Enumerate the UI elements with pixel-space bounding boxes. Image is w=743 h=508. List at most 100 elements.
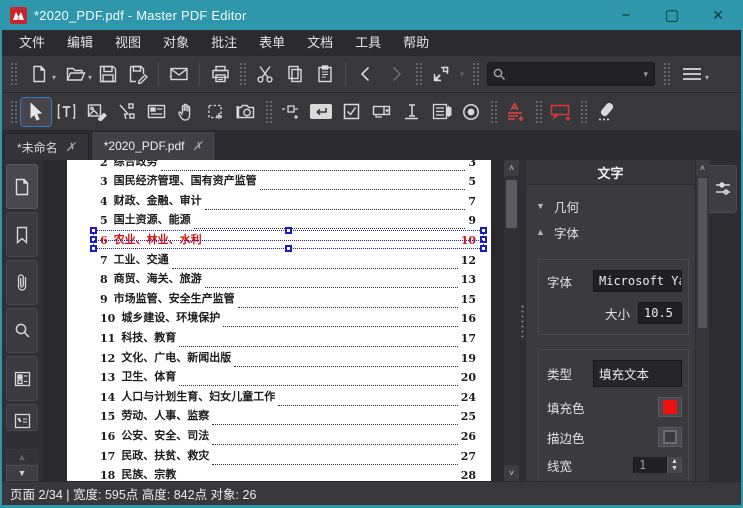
font-family-field[interactable]: Microsoft YaHei bbox=[593, 270, 682, 292]
font-size-field[interactable]: 10.5 bbox=[638, 302, 682, 324]
toolbar-grip[interactable] bbox=[265, 99, 272, 124]
attachments-panel-button[interactable] bbox=[6, 260, 38, 305]
expand-triangle-icon[interactable]: ▲ bbox=[536, 227, 546, 237]
back-button[interactable] bbox=[351, 60, 381, 88]
toc-row[interactable]: 14 人口与计划生育、妇女儿童工作 24 bbox=[100, 386, 476, 406]
minimize-button[interactable]: − bbox=[603, 0, 649, 30]
toc-row[interactable]: 9 市场监管、安全生产监管 15 bbox=[100, 288, 476, 308]
search-box[interactable]: ▾ bbox=[487, 62, 655, 86]
save-as-button[interactable] bbox=[123, 60, 153, 88]
menu-file[interactable]: 文件 bbox=[8, 30, 56, 55]
maximize-button[interactable]: ▢ bbox=[649, 0, 695, 30]
toc-row[interactable]: 8 商贸、海关、旅游 13 bbox=[100, 269, 476, 289]
snapshot-tool-button[interactable] bbox=[231, 98, 261, 126]
enter-key-button[interactable] bbox=[306, 98, 336, 126]
toc-row[interactable]: 3 国民经济管理、国有资产监管 5 bbox=[100, 171, 476, 191]
email-button[interactable] bbox=[164, 60, 194, 88]
close-button[interactable]: × bbox=[695, 0, 741, 30]
toc-row[interactable]: 4 财政、金融、审计 7 bbox=[100, 190, 476, 210]
selection-handle[interactable] bbox=[90, 227, 97, 235]
hamburger-dropdown-icon[interactable]: ▾ bbox=[705, 73, 709, 82]
toc-row[interactable]: 12 文化、广电、新闻出版 19 bbox=[100, 347, 476, 367]
menu-view[interactable]: 视图 bbox=[104, 30, 152, 55]
stroke-color-swatch[interactable] bbox=[658, 427, 682, 447]
document-view[interactable]: 2 综合政务 3 3 国民经济管理、国有资产监管 5 4 财政、金融、审计 7 5 国土资源、能源 9… bbox=[42, 160, 503, 481]
sidebar-scroll-down-icon[interactable]: ▼ bbox=[6, 465, 38, 481]
forward-button[interactable] bbox=[381, 60, 411, 88]
section-geometry[interactable]: ▼ 几何 bbox=[536, 193, 689, 219]
line-width-spinner[interactable]: 1 ▲ ▼ bbox=[633, 457, 682, 473]
toc-row[interactable]: 6 农业、林业、水利 10 bbox=[90, 227, 487, 252]
callout-annotation-button[interactable] bbox=[546, 98, 576, 126]
selection-handle[interactable] bbox=[480, 227, 487, 235]
toc-row[interactable]: 11 科技、教育 17 bbox=[100, 327, 476, 347]
toolbar-grip[interactable] bbox=[239, 62, 246, 86]
copy-button[interactable] bbox=[280, 60, 310, 88]
toolbar-grip[interactable] bbox=[490, 99, 497, 124]
toc-row[interactable]: 17 民政、扶贫、救灾 27 bbox=[100, 445, 476, 465]
document-scrollbar[interactable]: ˄ ˅ bbox=[503, 160, 519, 481]
edit-text-tool-button[interactable] bbox=[51, 98, 81, 126]
search-input[interactable] bbox=[506, 67, 642, 81]
panel-scrollbar[interactable]: ˄ bbox=[695, 160, 709, 481]
link-tool-button[interactable] bbox=[276, 98, 306, 126]
checkbox-tool-button[interactable] bbox=[336, 98, 366, 126]
fit-dropdown-icon[interactable]: ▾ bbox=[456, 60, 468, 88]
selection-box[interactable] bbox=[90, 227, 487, 252]
toc-row[interactable]: 7 工业、交通 12 bbox=[100, 249, 476, 269]
toolbar-grip[interactable] bbox=[472, 62, 479, 86]
toolbar-grip[interactable] bbox=[580, 99, 587, 124]
eraser-tool-button[interactable] bbox=[591, 98, 621, 126]
selection-handle[interactable] bbox=[90, 235, 97, 243]
toc-row[interactable]: 2 综合政务 3 bbox=[100, 160, 476, 171]
spin-up-icon[interactable]: ▲ bbox=[671, 458, 678, 465]
scrollbar-track[interactable] bbox=[504, 176, 519, 465]
text-field-tool-button[interactable] bbox=[396, 98, 426, 126]
save-button[interactable] bbox=[93, 60, 123, 88]
tab-close-icon[interactable]: ✗ bbox=[66, 140, 76, 154]
toolbar-grip[interactable] bbox=[535, 99, 542, 124]
selection-handle[interactable] bbox=[284, 227, 292, 235]
menu-edit[interactable]: 编辑 bbox=[56, 30, 104, 55]
bookmarks-panel-button[interactable] bbox=[6, 212, 38, 257]
new-document-button[interactable]: ▾ bbox=[21, 60, 57, 88]
toolbar-grip[interactable] bbox=[663, 62, 670, 86]
edit-image-tool-button[interactable] bbox=[81, 98, 111, 126]
scroll-up-icon[interactable]: ˄ bbox=[504, 160, 519, 176]
tab-close-icon[interactable]: ✗ bbox=[192, 139, 202, 153]
collapse-triangle-icon[interactable]: ▼ bbox=[536, 201, 546, 211]
cut-button[interactable] bbox=[250, 60, 280, 88]
new-document-dropdown-icon[interactable]: ▾ bbox=[52, 73, 56, 82]
panel-scroll-up-icon[interactable]: ˄ bbox=[696, 160, 709, 176]
fill-color-swatch[interactable] bbox=[658, 397, 682, 417]
toc-row[interactable]: 13 卫生、体育 20 bbox=[100, 367, 476, 387]
select-tool-button[interactable] bbox=[20, 96, 52, 127]
menu-document[interactable]: 文档 bbox=[296, 30, 344, 55]
section-font[interactable]: ▲ 字体 bbox=[536, 219, 689, 245]
menu-help[interactable]: 帮助 bbox=[392, 30, 440, 55]
panel-scrollbar-thumb[interactable] bbox=[698, 178, 707, 328]
form-fields-panel-button[interactable] bbox=[6, 356, 38, 401]
title-bar[interactable]: *2020_PDF.pdf - Master PDF Editor − ▢ × bbox=[2, 0, 741, 30]
hamburger-menu-button[interactable]: ▾ bbox=[674, 60, 710, 88]
toc-row[interactable]: 15 劳动、人事、监察 25 bbox=[100, 406, 476, 426]
paste-button[interactable] bbox=[310, 60, 340, 88]
annotations-panel-button[interactable] bbox=[6, 404, 38, 431]
toolbar-grip[interactable] bbox=[10, 62, 17, 86]
select-area-tool-button[interactable] bbox=[201, 98, 231, 126]
pdf-page[interactable]: 2 综合政务 3 3 国民经济管理、国有资产监管 5 4 财政、金融、审计 7 5 国土资源、能源 9… bbox=[67, 160, 491, 481]
toc-row[interactable]: 18 民族、宗教 28 bbox=[100, 465, 476, 481]
menu-annotate[interactable]: 批注 bbox=[200, 30, 248, 55]
tab-2020-pdf[interactable]: *2020_PDF.pdf ✗ bbox=[90, 131, 216, 160]
tab-untitled[interactable]: *未命名 ✗ bbox=[4, 133, 89, 160]
toc-row[interactable]: 16 公安、安全、司法 26 bbox=[100, 425, 476, 445]
selection-handle[interactable] bbox=[480, 244, 487, 252]
menu-forms[interactable]: 表单 bbox=[248, 30, 296, 55]
toc-row[interactable]: 10 城乡建设、环境保护 16 bbox=[100, 308, 476, 328]
hand-tool-button[interactable] bbox=[171, 98, 201, 126]
scroll-down-icon[interactable]: ˅ bbox=[504, 465, 519, 481]
open-file-button[interactable]: ▾ bbox=[57, 60, 93, 88]
properties-tab[interactable] bbox=[709, 165, 737, 213]
menu-tools[interactable]: 工具 bbox=[344, 30, 392, 55]
menu-object[interactable]: 对象 bbox=[152, 30, 200, 55]
